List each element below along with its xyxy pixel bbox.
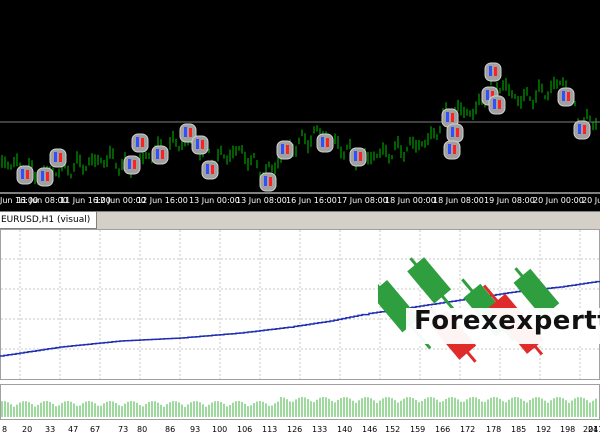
time-axis-label: 20 Jun 08:00 — [582, 196, 600, 205]
trade-marker-icon[interactable] — [36, 167, 54, 187]
trade-marker-icon[interactable] — [201, 160, 219, 180]
trade-marker-icon[interactable] — [16, 165, 34, 185]
tester-x-label: 8 — [2, 425, 8, 434]
trade-marker-icon[interactable] — [488, 95, 506, 115]
tester-x-label: 86 — [165, 425, 176, 434]
trade-marker-icon[interactable] — [259, 172, 277, 192]
trade-marker-icon[interactable] — [316, 133, 334, 153]
tester-x-label: 113 — [262, 425, 278, 434]
price-chart[interactable]: Jun 16:00 11 Jun 08:00 11 Jun 16:00 12 Jun … — [0, 0, 600, 211]
trade-marker-icon[interactable] — [131, 133, 149, 153]
tester-x-label: 106 — [237, 425, 253, 434]
forexexpertt-watermark: Forexexpertt — [364, 250, 600, 370]
trade-marker-icon[interactable] — [123, 155, 141, 175]
tester-x-label: 166 — [435, 425, 451, 434]
trade-marker-icon[interactable] — [49, 148, 67, 168]
tester-x-label: 73 — [118, 425, 129, 434]
tester-x-label: 192 — [536, 425, 552, 434]
tester-x-label: 211 — [588, 425, 600, 434]
tester-x-label: 47 — [68, 425, 79, 434]
trade-marker-icon[interactable] — [349, 147, 367, 167]
tester-x-label: 140 — [337, 425, 353, 434]
tester-x-label: 159 — [410, 425, 426, 434]
time-axis-label: 19 Jun 08:00 — [484, 196, 535, 205]
chart-tab-eurusd[interactable]: EURUSD,H1 (visual) — [0, 212, 98, 229]
tester-x-label: 185 — [511, 425, 527, 434]
tester-x-label: 80 — [137, 425, 148, 434]
tester-x-label: 133 — [312, 425, 328, 434]
time-axis-label: 20 Jun 00:00 — [533, 196, 584, 205]
tester-x-label: 33 — [45, 425, 56, 434]
trade-marker-icon[interactable] — [151, 145, 169, 165]
tester-x-label: 178 — [486, 425, 502, 434]
tester-x-label: 172 — [460, 425, 476, 434]
trade-marker-icon[interactable] — [191, 135, 209, 155]
trade-marker-icon[interactable] — [443, 140, 461, 160]
watermark-text: Forexexpertt — [414, 306, 600, 336]
price-chart-canvas — [0, 62, 600, 194]
time-axis-label: 18 Jun 00:00 — [385, 196, 436, 205]
tester-x-label: 20 — [22, 425, 33, 434]
tester-x-label: 93 — [190, 425, 201, 434]
volume-plot-area — [0, 384, 600, 420]
trade-marker-icon[interactable] — [484, 62, 502, 82]
time-axis-label: 12 Jun 16:00 — [137, 196, 188, 205]
time-axis-label: 13 Jun 08:00 — [236, 196, 287, 205]
trade-marker-icon[interactable] — [276, 140, 294, 160]
tester-x-label: 67 — [90, 425, 101, 434]
tester-x-label: 100 — [212, 425, 228, 434]
time-axis-label: 18 Jun 08:00 — [433, 196, 484, 205]
trade-marker-icon[interactable] — [446, 123, 464, 143]
trade-marker-icon[interactable] — [573, 120, 591, 140]
trade-marker-icon[interactable] — [557, 87, 575, 107]
time-axis-label: 16 Jun 16:00 — [286, 196, 337, 205]
tester-x-label: 146 — [362, 425, 378, 434]
tester-x-label: 198 — [560, 425, 576, 434]
tester-x-label: 152 — [385, 425, 401, 434]
tester-x-label: 126 — [287, 425, 303, 434]
time-axis-label: 13 Jun 00:00 — [189, 196, 240, 205]
chart-tab-bar: EURUSD,H1 (visual) — [0, 211, 600, 229]
time-axis-label: 17 Jun 08:00 — [337, 196, 388, 205]
